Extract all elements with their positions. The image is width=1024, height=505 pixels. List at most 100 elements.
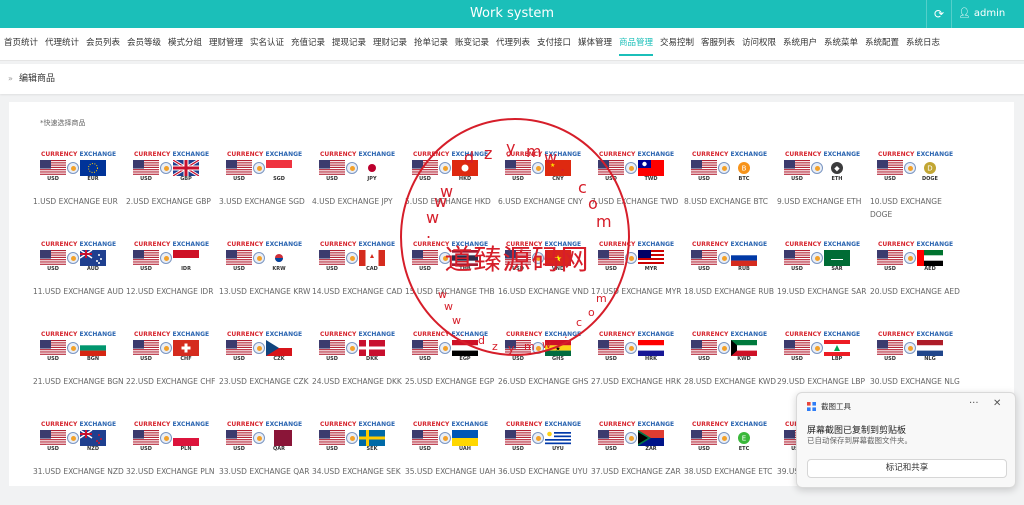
quote-flag-icon: D [917, 160, 943, 176]
base-flag-icon [784, 160, 810, 176]
nav-item[interactable]: 账变记录 [455, 28, 489, 60]
product-card[interactable]: CURRENCY EXCHANGE D USD DOGE 10.USD EXCHANGE… [870, 151, 963, 235]
nav-item[interactable]: 系统日志 [906, 28, 940, 60]
product-card[interactable]: CURRENCY EXCHANGE USD SAR 19.USD EXCHANGE S… [777, 241, 870, 325]
product-card[interactable]: CURRENCY EXCHANGE USD TWD 7.USD EXCHANGE TW… [591, 151, 684, 235]
product-card[interactable]: CURRENCY EXCHANGE USD BGN 21.USD EXCHANGE B… [33, 331, 126, 415]
product-card[interactable]: CURRENCY EXCHANGE USD THB 15.USD EXCHANGE T… [405, 241, 498, 325]
base-currency: USD [140, 356, 152, 362]
quote-flag-icon [638, 340, 664, 356]
base-flag-icon [505, 340, 531, 356]
card-brand: CURRENCY EXCHANGE [692, 151, 768, 158]
product-name: 33.USD EXCHANGE QAR [219, 467, 310, 476]
base-currency: USD [605, 446, 617, 452]
product-card[interactable]: CURRENCY EXCHANGE USD AED 20.USD EXCHANGE A… [870, 241, 963, 325]
quote-flag-icon [638, 430, 664, 446]
nav-item[interactable]: 实名认证 [250, 28, 284, 60]
product-card[interactable]: CURRENCY EXCHANGE USD IDR 12.USD EXCHANGE I… [126, 241, 219, 325]
snipping-tool-icon [807, 402, 816, 411]
nav-item[interactable]: 商品管理 [619, 28, 654, 56]
exchange-coin-icon [718, 162, 730, 174]
product-card[interactable]: CURRENCY EXCHANGE USD DKK 24.USD EXCHANGE D… [312, 331, 405, 415]
product-card[interactable]: CURRENCY EXCHANGE USD GBP 2.USD EXCHANGE GB… [126, 151, 219, 235]
product-card[interactable]: CURRENCY EXCHANGE USD EUR 1.USD EXCHANGE EU… [33, 151, 126, 235]
product-card[interactable]: CURRENCY EXCHANGE ★ USD GHS 26.USD EXCHANGE … [498, 331, 591, 415]
markup-share-button[interactable]: 标记和共享 [807, 459, 1007, 478]
close-icon[interactable]: ✕ [993, 398, 1001, 409]
nav-item[interactable]: 理财管理 [209, 28, 243, 60]
nav-item[interactable]: 代理统计 [45, 28, 79, 60]
refresh-icon[interactable]: ⟳ [926, 0, 952, 28]
nav-item[interactable]: 交易控制 [660, 28, 694, 60]
user-menu[interactable]: 👤︎ admin [958, 0, 1005, 28]
product-card[interactable]: CURRENCY EXCHANGE USD CHF 22.USD EXCHANGE C… [126, 331, 219, 415]
nav-item[interactable]: 会员等级 [127, 28, 161, 60]
nav-item[interactable]: 首页统计 [4, 28, 38, 60]
nav-item[interactable]: 模式分组 [168, 28, 202, 60]
more-options-icon[interactable]: ··· [969, 398, 979, 409]
product-card[interactable]: CURRENCY EXCHANGE USD AUD 11.USD EXCHANGE A… [33, 241, 126, 325]
quote-currency: DOGE [922, 176, 938, 182]
base-currency: USD [698, 266, 710, 272]
base-currency: USD [47, 446, 59, 452]
card-brand: CURRENCY EXCHANGE [692, 331, 768, 338]
nav-item[interactable]: 抢单记录 [414, 28, 448, 60]
breadcrumb-label: 编辑商品 [19, 74, 56, 84]
nav-item[interactable]: 客服列表 [701, 28, 735, 60]
product-card[interactable]: CURRENCY EXCHANGE USD RUB 18.USD EXCHANGE R… [684, 241, 777, 325]
product-card[interactable]: CURRENCY EXCHANGE ★ USD CNY 6.USD EXCHANGE C… [498, 151, 591, 235]
nav-item[interactable]: 代理列表 [496, 28, 530, 60]
base-flag-icon [226, 160, 252, 176]
product-card[interactable]: CURRENCY EXCHANGE USD SGD 3.USD EXCHANGE SG… [219, 151, 312, 235]
nav-item[interactable]: 提现记录 [332, 28, 366, 60]
product-card[interactable]: CURRENCY EXCHANGE USD JPY 4.USD EXCHANGE JP… [312, 151, 405, 235]
product-card[interactable]: CURRENCY EXCHANGE USD SEK 34.USD EXCHANGE S… [312, 421, 405, 505]
quote-currency: ETH [831, 176, 843, 182]
product-card[interactable]: CURRENCY EXCHANGE USD NZD 31.USD EXCHANGE N… [33, 421, 126, 505]
product-card[interactable]: CURRENCY EXCHANGE USD KRW 13.USD EXCHANGE K… [219, 241, 312, 325]
nav-item[interactable]: 充值记录 [291, 28, 325, 60]
product-name: 24.USD EXCHANGE DKK [312, 377, 402, 386]
nav-item[interactable]: 会员列表 [86, 28, 120, 60]
quote-flag-icon: ★ [545, 340, 571, 356]
product-card[interactable]: CURRENCY EXCHANGE USD QAR 33.USD EXCHANGE Q… [219, 421, 312, 505]
card-brand: CURRENCY EXCHANGE [320, 151, 396, 158]
product-card[interactable]: CURRENCY EXCHANGE USD MYR 17.USD EXCHANGE M… [591, 241, 684, 325]
product-card[interactable]: CURRENCY EXCHANGE USD KWD 28.USD EXCHANGE K… [684, 331, 777, 415]
base-flag-icon [133, 430, 159, 446]
nav-item[interactable]: 媒体管理 [578, 28, 612, 60]
product-card[interactable]: CURRENCY EXCHANGE USD HKD 5.USD EXCHANGE HK… [405, 151, 498, 235]
quote-flag-icon [359, 160, 385, 176]
product-card[interactable]: CURRENCY EXCHANGE E USD ETC 38.USD EXCHANGE … [684, 421, 777, 505]
product-card[interactable]: CURRENCY EXCHANGE USD CZK 23.USD EXCHANGE C… [219, 331, 312, 415]
product-card[interactable]: CURRENCY EXCHANGE USD UAH 35.USD EXCHANGE U… [405, 421, 498, 505]
card-brand: CURRENCY EXCHANGE [41, 151, 117, 158]
product-card[interactable]: CURRENCY EXCHANGE USD EGP 25.USD EXCHANGE E… [405, 331, 498, 415]
quote-flag-icon [359, 250, 385, 266]
nav-item[interactable]: 系统配置 [865, 28, 899, 60]
product-card[interactable]: CURRENCY EXCHANGE ★ USD VND 16.USD EXCHANGE … [498, 241, 591, 325]
nav-item[interactable]: 支付接口 [537, 28, 571, 60]
product-card[interactable]: CURRENCY EXCHANGE USD ZAR 37.USD EXCHANGE Z… [591, 421, 684, 505]
nav-item[interactable]: 系统用户 [783, 28, 817, 60]
exchange-coin-icon [67, 342, 79, 354]
quote-flag-icon [917, 340, 943, 356]
product-name: 36.USD EXCHANGE UYU [498, 467, 588, 476]
quote-flag-icon [79, 429, 106, 446]
card-brand: CURRENCY EXCHANGE [413, 241, 489, 248]
quote-flag-icon [452, 250, 478, 266]
card-brand: CURRENCY EXCHANGE [41, 331, 117, 338]
quote-currency: CAD [366, 266, 378, 272]
product-name: 17.USD EXCHANGE MYR [591, 287, 682, 296]
product-card[interactable]: CURRENCY EXCHANGE USD HRK 27.USD EXCHANGE H… [591, 331, 684, 415]
product-card[interactable]: CURRENCY EXCHANGE USD PLN 32.USD EXCHANGE P… [126, 421, 219, 505]
product-card[interactable]: CURRENCY EXCHANGE USD UYU 36.USD EXCHANGE U… [498, 421, 591, 505]
product-card[interactable]: CURRENCY EXCHANGE B USD BTC 8.USD EXCHANGE B… [684, 151, 777, 235]
product-name: 18.USD EXCHANGE RUB [684, 287, 775, 296]
product-card[interactable]: CURRENCY EXCHANGE ◆ USD ETH 9.USD EXCHANGE E… [777, 151, 870, 235]
card-brand: CURRENCY EXCHANGE [506, 151, 582, 158]
nav-item[interactable]: 理财记录 [373, 28, 407, 60]
nav-item[interactable]: 访问权限 [742, 28, 776, 60]
product-card[interactable]: CURRENCY EXCHANGE USD CAD 14.USD EXCHANGE C… [312, 241, 405, 325]
nav-item[interactable]: 系统菜单 [824, 28, 858, 60]
